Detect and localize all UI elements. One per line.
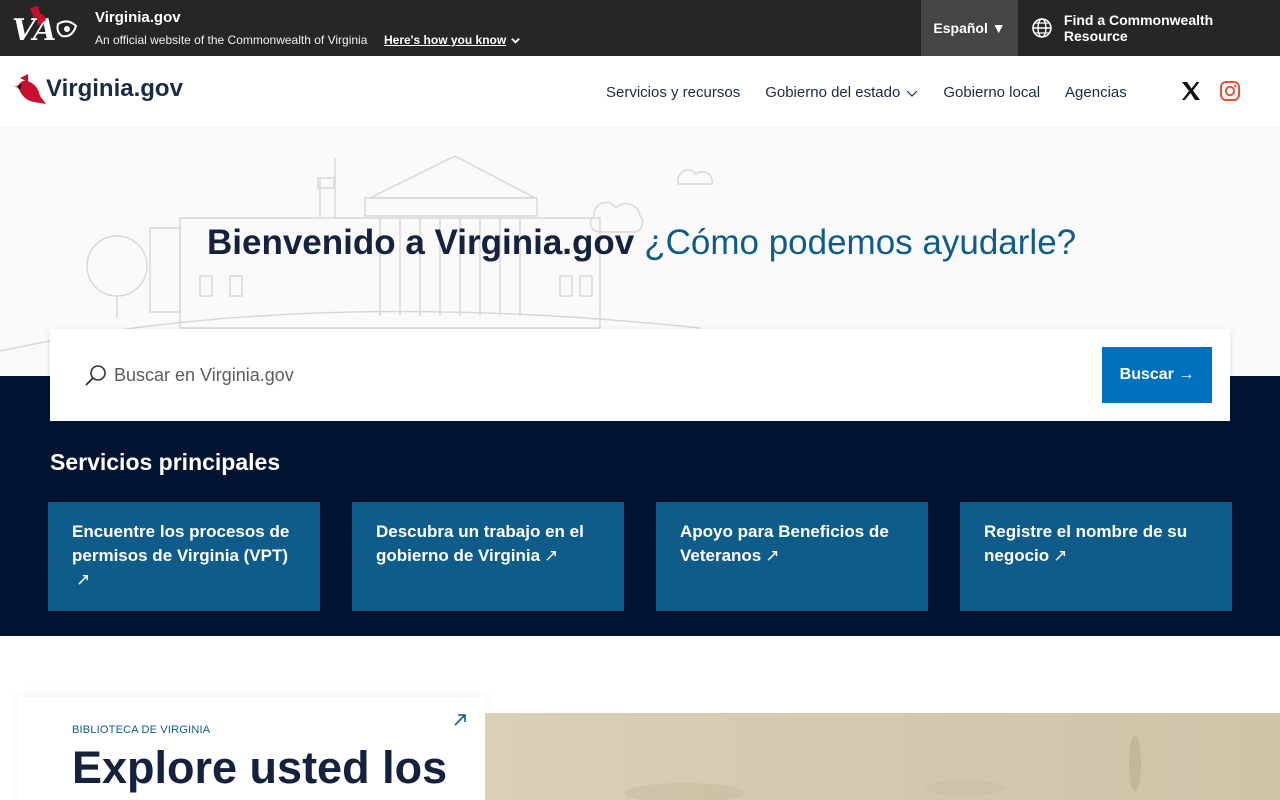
search-icon [85, 365, 106, 386]
service-card-negocio[interactable]: Registre el nombre de su negocio ↗ [960, 502, 1232, 611]
external-link-icon: ↗ [765, 546, 780, 565]
search-input[interactable] [114, 355, 1014, 395]
search-button[interactable]: Buscar → [1102, 347, 1212, 403]
va-cardinal-logo-icon[interactable]: VA [10, 4, 82, 48]
service-card-label: Registre el nombre de su negocio [984, 522, 1188, 565]
primary-nav: Servicios y recursos Gobierno del estado… [606, 84, 1152, 101]
nav-item-servicios[interactable]: Servicios y recursos [606, 84, 740, 101]
service-card-trabajo[interactable]: Descubra un trabajo en el gobierno de Vi… [352, 502, 624, 611]
brand-text: Virginia.gov [46, 75, 183, 102]
library-photo [485, 713, 1280, 800]
library-kicker: BIBLIOTECA DE VIRGINIA [72, 724, 211, 736]
hero-title-bold: Bienvenido a Virginia.gov [207, 223, 635, 262]
svg-text:VA: VA [12, 13, 56, 48]
historic-document-image [625, 735, 1141, 800]
nav-item-label: Gobierno local [943, 84, 1041, 101]
chevron-down-icon [906, 90, 918, 97]
service-card-permisos[interactable]: Encuentre los procesos de permisos de Vi… [48, 502, 320, 611]
x-twitter-icon[interactable] [1180, 80, 1202, 102]
library-heading: Explore usted los [72, 742, 448, 793]
search-button-label: Buscar → [1119, 366, 1195, 383]
nav-item-agencias[interactable]: Agencias [1065, 84, 1127, 101]
external-link-icon: ↗ [544, 546, 559, 565]
search-card: Buscar → [50, 329, 1230, 421]
nav-item-label: Gobierno del estado [765, 84, 901, 101]
nav-item-label: Servicios y recursos [606, 84, 741, 101]
nav-item-gobierno-estado[interactable]: Gobierno del estado [765, 84, 918, 101]
nav-item-label: Agencias [1065, 84, 1127, 101]
nav-item-gobierno-local[interactable]: Gobierno local [943, 84, 1040, 101]
external-link-icon: ↗ [76, 570, 91, 589]
commonwealth-resource-link[interactable]: Find a Commonwealth Resource [1018, 0, 1280, 56]
main-header: Virginia.gov Servicios y recursos Gobier… [0, 56, 1280, 126]
resource-label: Find a Commonwealth Resource [1063, 12, 1214, 44]
how-you-know-link[interactable]: Here's how you know [384, 33, 521, 47]
external-link-icon: ↗ [1053, 546, 1068, 565]
instagram-icon[interactable] [1219, 80, 1241, 102]
official-banner: VA Virginia.gov An official website of t… [0, 0, 1280, 56]
hero-title: Bienvenido a Virginia.gov ¿Cómo podemos a… [207, 223, 1076, 263]
how-you-know-label: Here's how you know [384, 33, 507, 47]
chevron-down-icon [511, 37, 521, 44]
language-label: Español ▼ [933, 20, 1006, 36]
service-card-veteranos[interactable]: Apoyo para Beneficios de Veteranos ↗ [656, 502, 928, 611]
service-card-label: Apoyo para Beneficios de Veteranos [680, 522, 889, 565]
language-selector[interactable]: Español ▼ [921, 0, 1018, 56]
brand-home-link[interactable]: Virginia.gov [14, 72, 183, 106]
service-card-label: Encuentre los procesos de permisos de Vi… [72, 522, 290, 565]
globe-icon [1032, 18, 1052, 38]
site-name: Virginia.gov [95, 9, 181, 26]
external-link-icon[interactable] [452, 712, 468, 728]
cardinal-logo-icon [14, 74, 46, 104]
official-text: An official website of the Commonwealth … [95, 33, 368, 47]
hero-title-light: ¿Cómo podemos ayudarle? [644, 223, 1077, 262]
services-title: Servicios principales [50, 449, 281, 475]
